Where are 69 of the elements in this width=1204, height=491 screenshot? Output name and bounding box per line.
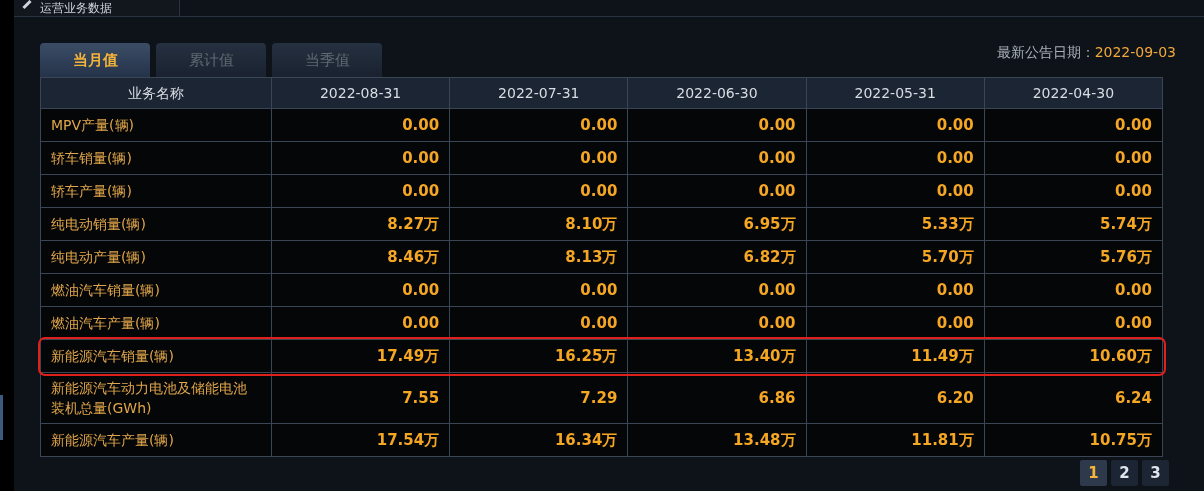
table-cell: 13.40万 <box>627 339 807 373</box>
table-cell: 8.27万 <box>271 207 450 241</box>
table-cell: 0.00 <box>271 141 450 175</box>
table-cell: 0.00 <box>449 108 628 142</box>
column-header: 2022-07-31 <box>449 77 628 109</box>
table-cell: 17.54万 <box>271 423 450 457</box>
table-cell: 燃油汽车销量(辆) <box>40 273 272 307</box>
column-header: 2022-04-30 <box>984 77 1163 109</box>
table-cell: 0.00 <box>806 108 985 142</box>
column-header: 2022-06-30 <box>627 77 807 109</box>
table-cell: 16.25万 <box>449 339 628 373</box>
table-cell: 0.00 <box>806 141 985 175</box>
column-header: 2022-05-31 <box>806 77 985 109</box>
table-cell: 0.00 <box>806 174 985 208</box>
page-button[interactable]: 3 <box>1142 460 1169 486</box>
panel-title-text: 运营业务数据 <box>40 1 112 15</box>
table-cell: 新能源汽车动力电池及储能电池装机总量(GWh) <box>40 372 272 424</box>
table-cell: 6.20 <box>806 372 985 424</box>
table-cell: 纯电动产量(辆) <box>40 240 272 274</box>
table-cell: 8.46万 <box>271 240 450 274</box>
table-cell: 5.70万 <box>806 240 985 274</box>
table-cell: 17.49万 <box>271 339 450 373</box>
announcement-label: 最新公告日期： <box>996 43 1095 62</box>
table-cell: 0.00 <box>984 273 1163 307</box>
page-button[interactable]: 2 <box>1111 460 1138 486</box>
table-cell: 11.49万 <box>806 339 985 373</box>
table-cell: 轿车产量(辆) <box>40 174 272 208</box>
table-cell: 6.86 <box>627 372 807 424</box>
table-cell: 0.00 <box>806 273 985 307</box>
table-cell: 0.00 <box>271 108 450 142</box>
table-cell: 新能源汽车销量(辆) <box>40 339 272 373</box>
table-cell: 11.81万 <box>806 423 985 457</box>
table-cell: 0.00 <box>984 108 1163 142</box>
table-cell: 0.00 <box>627 108 807 142</box>
table-cell: 5.33万 <box>806 207 985 241</box>
table-cell: 7.55 <box>271 372 450 424</box>
table-cell: 0.00 <box>449 141 628 175</box>
table-cell: MPV产量(辆) <box>40 108 272 142</box>
pencil-icon <box>22 0 32 10</box>
table-cell: 8.10万 <box>449 207 628 241</box>
table-cell: 6.95万 <box>627 207 807 241</box>
scroll-indicator <box>0 395 3 440</box>
table-cell: 16.34万 <box>449 423 628 457</box>
table-cell: 0.00 <box>627 174 807 208</box>
table-cell: 0.00 <box>271 174 450 208</box>
table-cell: 6.24 <box>984 372 1163 424</box>
table-cell: 7.29 <box>449 372 628 424</box>
table-cell: 0.00 <box>984 174 1163 208</box>
column-header: 2022-08-31 <box>271 77 450 109</box>
table-cell: 0.00 <box>627 273 807 307</box>
column-header: 业务名称 <box>40 77 272 109</box>
table-cell: 0.00 <box>449 273 628 307</box>
table-cell: 0.00 <box>271 273 450 307</box>
table-cell: 0.00 <box>984 141 1163 175</box>
table-cell: 0.00 <box>627 141 807 175</box>
table-cell: 5.74万 <box>984 207 1163 241</box>
announcement-date: 2022-09-03 <box>1094 43 1176 62</box>
table-cell: 纯电动销量(辆) <box>40 207 272 241</box>
table-cell: 10.75万 <box>984 423 1163 457</box>
table-cell: 8.13万 <box>449 240 628 274</box>
table-cell: 0.00 <box>449 174 628 208</box>
table-cell: 轿车销量(辆) <box>40 141 272 175</box>
table-cell: 10.60万 <box>984 339 1163 373</box>
table-cell: 5.76万 <box>984 240 1163 274</box>
table-cell: 6.82万 <box>627 240 807 274</box>
page-button[interactable]: 1 <box>1080 460 1107 486</box>
table-cell: 13.48万 <box>627 423 807 457</box>
table-cell: 新能源汽车产量(辆) <box>40 423 272 457</box>
tab[interactable]: 当月值 <box>40 43 150 77</box>
